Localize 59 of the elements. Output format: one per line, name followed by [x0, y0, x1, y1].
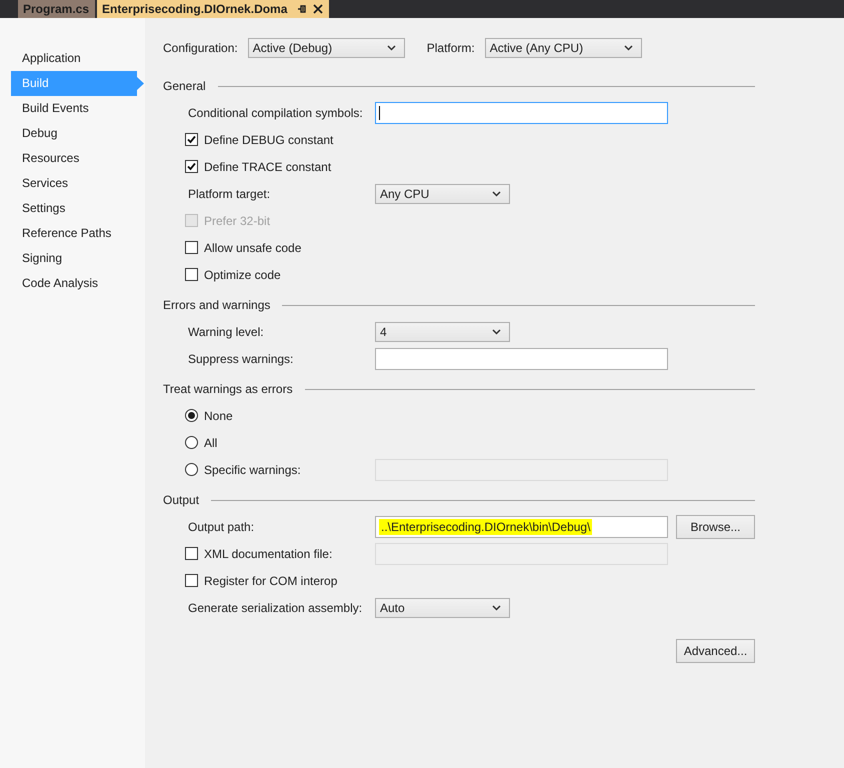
checkbox[interactable]	[185, 241, 198, 254]
field-label: Suppress warnings:	[188, 352, 294, 366]
field-label: Output path:	[188, 520, 256, 534]
radio-label: Specific warnings:	[204, 462, 301, 476]
dropdown[interactable]: Auto	[375, 598, 510, 618]
chevron-icon	[492, 190, 501, 196]
section-heading: Treat warnings as errors	[163, 382, 293, 396]
checkbox[interactable]	[185, 160, 198, 173]
document-tab[interactable]: Program.cs	[18, 0, 96, 18]
checkbox[interactable]	[185, 547, 198, 560]
radio-button[interactable]	[185, 463, 198, 476]
sidebar-item[interactable]: Settings	[11, 196, 137, 221]
chevron-icon	[492, 604, 501, 610]
dropdown[interactable]: Any CPU	[375, 184, 510, 204]
sidebar-item[interactable]: Services	[11, 171, 137, 196]
input-field[interactable]: ..\Enterprisecoding.DIOrnek\bin\Debug\	[375, 516, 668, 538]
checkbox[interactable]	[185, 133, 198, 146]
dropdown[interactable]: 4	[375, 322, 510, 342]
platform-dropdown[interactable]: Active (Any CPU)	[484, 38, 642, 58]
configuration-label: Configuration:	[163, 41, 238, 55]
radio-label: All	[204, 436, 218, 450]
sidebar-item[interactable]: Build Events	[11, 96, 137, 121]
sidebar-item[interactable]: Code Analysis	[11, 271, 137, 296]
sidebar-item[interactable]: Resources	[11, 146, 137, 171]
section-heading: Errors and warnings	[163, 298, 270, 312]
advanced-button[interactable]: Advanced...	[676, 638, 755, 662]
checkbox-label: Define DEBUG constant	[204, 132, 334, 146]
checkbox-label: Prefer 32-bit	[204, 214, 270, 228]
checkbox-label: Allow unsafe code	[204, 240, 302, 254]
chevron-icon	[492, 328, 501, 334]
section-heading: Output	[163, 493, 200, 507]
field-label: Generate serialization assembly:	[188, 600, 364, 614]
sidebar-item[interactable]: Debug	[11, 121, 137, 146]
radio-button[interactable]	[185, 436, 198, 449]
checkbox-label: Optimize code	[204, 268, 281, 282]
checkbox[interactable]	[185, 268, 198, 281]
input-field[interactable]	[375, 102, 668, 124]
browse-button[interactable]: Browse...	[676, 514, 755, 538]
checkbox-label: XML documentation file:	[204, 546, 332, 560]
chevron-icon	[624, 45, 633, 51]
configuration-dropdown[interactable]: Active (Debug)	[248, 38, 405, 58]
field-label: Conditional compilation symbols:	[188, 106, 364, 120]
section-heading: General	[163, 79, 206, 93]
input-field[interactable]	[375, 348, 668, 370]
radio-label: None	[204, 408, 233, 422]
field-label: Platform target:	[188, 186, 272, 200]
field-label: Warning level:	[188, 324, 265, 338]
chevron-icon	[386, 45, 396, 51]
close-icon[interactable]	[313, 4, 324, 14]
document-tab[interactable]: Enterprisecoding.DIOrnek.Doma	[97, 0, 330, 18]
platform-label: Platform:	[426, 41, 475, 55]
sidebar-item[interactable]: Reference Paths	[11, 221, 137, 246]
checkbox[interactable]	[185, 574, 198, 587]
checkbox-label: Define TRACE constant	[204, 160, 332, 174]
sidebar-item[interactable]: Application	[11, 46, 137, 71]
pin-icon[interactable]	[297, 4, 308, 14]
radio-button[interactable]	[185, 409, 198, 422]
sidebar-item[interactable]: Signing	[11, 246, 137, 271]
checkbox-label: Register for COM interop	[204, 574, 338, 588]
